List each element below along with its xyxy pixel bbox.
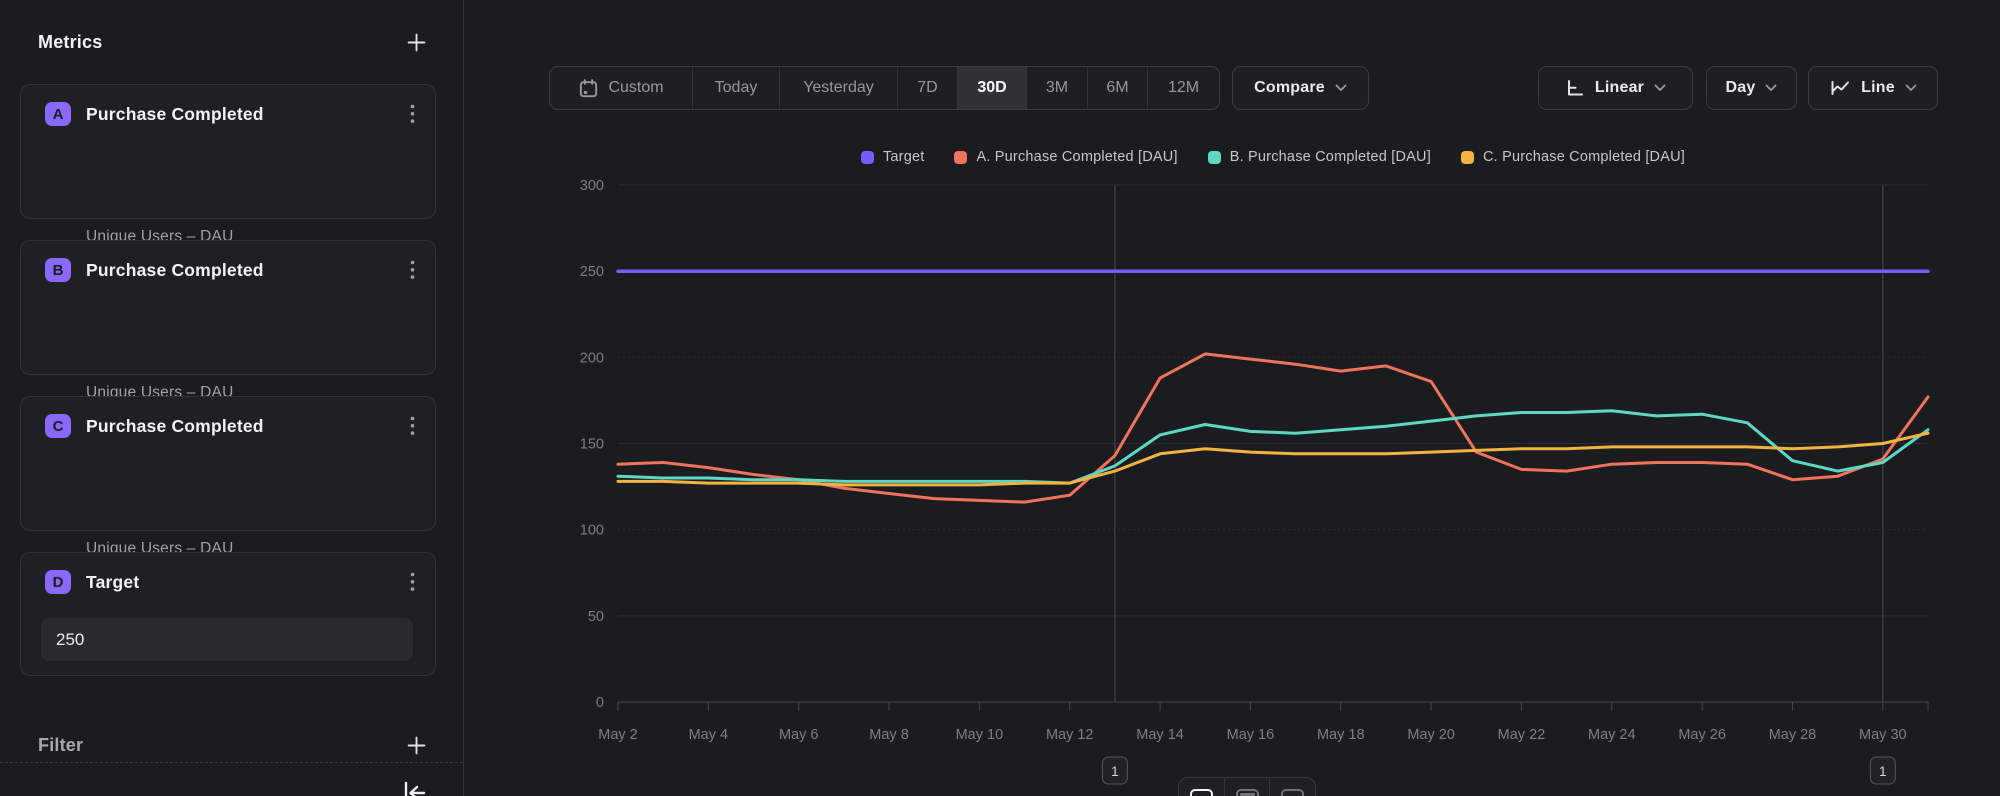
add-metric-button[interactable] xyxy=(406,32,427,53)
x-axis-label: May 22 xyxy=(1498,727,1546,743)
kebab-menu-icon[interactable] xyxy=(410,104,415,124)
add-filter-button[interactable] xyxy=(406,735,427,756)
legend-label: B. Purchase Completed [DAU] xyxy=(1230,149,1431,165)
legend-label: C. Purchase Completed [DAU] xyxy=(1483,149,1685,165)
calendar-icon xyxy=(578,78,599,99)
series-line xyxy=(618,433,1928,485)
metrics-header: Metrics xyxy=(38,27,427,57)
chevron-down-icon xyxy=(1765,84,1777,92)
chevron-down-icon xyxy=(1654,84,1666,92)
metric-badge: A xyxy=(45,102,71,126)
y-axis-label: 50 xyxy=(588,609,604,625)
x-axis-label: May 28 xyxy=(1769,727,1817,743)
x-axis-label: May 4 xyxy=(689,727,729,743)
chart-legend: Target A. Purchase Completed [DAU] B. Purc… xyxy=(618,145,1928,169)
y-axis-label: 100 xyxy=(580,523,604,539)
compare-dropdown[interactable]: Compare xyxy=(1232,66,1369,110)
interval-dropdown[interactable]: Day xyxy=(1706,66,1797,110)
annotation-badge[interactable] xyxy=(1102,757,1127,784)
x-axis-label: May 14 xyxy=(1136,727,1184,743)
table-view-icon xyxy=(1236,789,1259,796)
filter-header: Filter xyxy=(38,730,427,760)
legend-label: A. Purchase Completed [DAU] xyxy=(976,149,1177,165)
plus-icon xyxy=(406,32,427,53)
x-axis-label: May 8 xyxy=(869,727,909,743)
metric-title: Purchase Completed xyxy=(86,104,410,125)
legend-item[interactable]: A. Purchase Completed [DAU] xyxy=(954,149,1177,165)
range-7d[interactable]: 7D xyxy=(898,67,958,109)
annotation-badge[interactable] xyxy=(1870,757,1895,784)
series-line xyxy=(618,354,1928,502)
series-line xyxy=(618,411,1928,483)
chart-type-dropdown[interactable]: Line xyxy=(1808,66,1938,110)
y-axis-label: 300 xyxy=(580,178,604,194)
collapse-sidebar-button[interactable] xyxy=(396,774,430,796)
metric-title: Target xyxy=(86,572,410,593)
x-axis-label: May 10 xyxy=(956,727,1004,743)
kebab-menu-icon[interactable] xyxy=(410,260,415,280)
collapse-left-icon xyxy=(398,774,428,796)
legend-swatch-icon xyxy=(861,151,874,164)
chart-view-toolbar xyxy=(1178,777,1316,796)
chart-view-button[interactable] xyxy=(1179,778,1225,796)
legend-label: Target xyxy=(883,149,925,165)
chevron-down-icon xyxy=(1905,84,1917,92)
metrics-sidebar: Metrics A Purchase Completed Unique User… xyxy=(0,0,464,796)
x-axis-label: May 18 xyxy=(1317,727,1365,743)
legend-item[interactable]: Target xyxy=(861,149,925,165)
linear-axis-icon xyxy=(1565,78,1585,98)
analytics-app: Metrics A Purchase Completed Unique User… xyxy=(0,0,2000,796)
target-value-input[interactable]: 250 xyxy=(41,618,413,661)
range-12m[interactable]: 12M xyxy=(1148,67,1219,109)
metric-badge: B xyxy=(45,258,71,282)
filter-title: Filter xyxy=(38,735,83,756)
legend-swatch-icon xyxy=(1461,151,1474,164)
chevron-down-icon xyxy=(1335,84,1347,92)
metric-badge: D xyxy=(45,570,71,594)
metric-card-b[interactable]: B Purchase Completed Unique Users – DAU … xyxy=(20,240,436,375)
metric-title: Purchase Completed xyxy=(86,260,410,281)
date-range-control: Custom Today Yesterday 7D 30D 3M 6M 12M xyxy=(549,66,1220,110)
y-axis-label: 200 xyxy=(580,350,604,366)
x-axis-label: May 2 xyxy=(598,727,638,743)
x-axis-label: May 30 xyxy=(1859,727,1907,743)
legend-item[interactable]: C. Purchase Completed [DAU] xyxy=(1461,149,1685,165)
kebab-menu-icon[interactable] xyxy=(410,416,415,436)
range-3m[interactable]: 3M xyxy=(1027,67,1088,109)
x-axis-label: May 24 xyxy=(1588,727,1636,743)
line-chart-icon xyxy=(1829,78,1851,98)
kebab-menu-icon[interactable] xyxy=(410,572,415,592)
x-axis-label: May 16 xyxy=(1227,727,1275,743)
range-6m[interactable]: 6M xyxy=(1088,67,1148,109)
range-today[interactable]: Today xyxy=(693,67,780,109)
x-axis-label: May 26 xyxy=(1678,727,1726,743)
annotation-badge-label: 1 xyxy=(1879,763,1887,779)
target-card[interactable]: D Target 250 xyxy=(20,552,436,676)
details-view-icon xyxy=(1281,789,1304,796)
range-custom[interactable]: Custom xyxy=(550,67,693,109)
metric-card-c[interactable]: C Purchase Completed Unique Users – DAU … xyxy=(20,396,436,531)
table-view-button[interactable] xyxy=(1225,778,1271,796)
range-30d[interactable]: 30D xyxy=(958,67,1027,109)
chart-view-icon xyxy=(1190,789,1213,796)
details-view-button[interactable] xyxy=(1270,778,1315,796)
x-axis-label: May 6 xyxy=(779,727,819,743)
legend-swatch-icon xyxy=(954,151,967,164)
scale-dropdown[interactable]: Linear xyxy=(1538,66,1693,110)
annotation-badge-label: 1 xyxy=(1111,763,1119,779)
legend-item[interactable]: B. Purchase Completed [DAU] xyxy=(1208,149,1431,165)
metric-title: Purchase Completed xyxy=(86,416,410,437)
y-axis-label: 0 xyxy=(596,695,604,711)
range-yesterday[interactable]: Yesterday xyxy=(780,67,898,109)
legend-swatch-icon xyxy=(1208,151,1221,164)
metrics-title: Metrics xyxy=(38,32,102,53)
y-axis-label: 150 xyxy=(580,437,604,453)
metric-badge: C xyxy=(45,414,71,438)
sidebar-divider xyxy=(0,762,463,763)
y-axis-label: 250 xyxy=(580,264,604,280)
metric-card-a[interactable]: A Purchase Completed Unique Users – DAU … xyxy=(20,84,436,219)
x-axis-label: May 12 xyxy=(1046,727,1094,743)
x-axis-label: May 20 xyxy=(1407,727,1455,743)
plus-icon xyxy=(406,735,427,756)
